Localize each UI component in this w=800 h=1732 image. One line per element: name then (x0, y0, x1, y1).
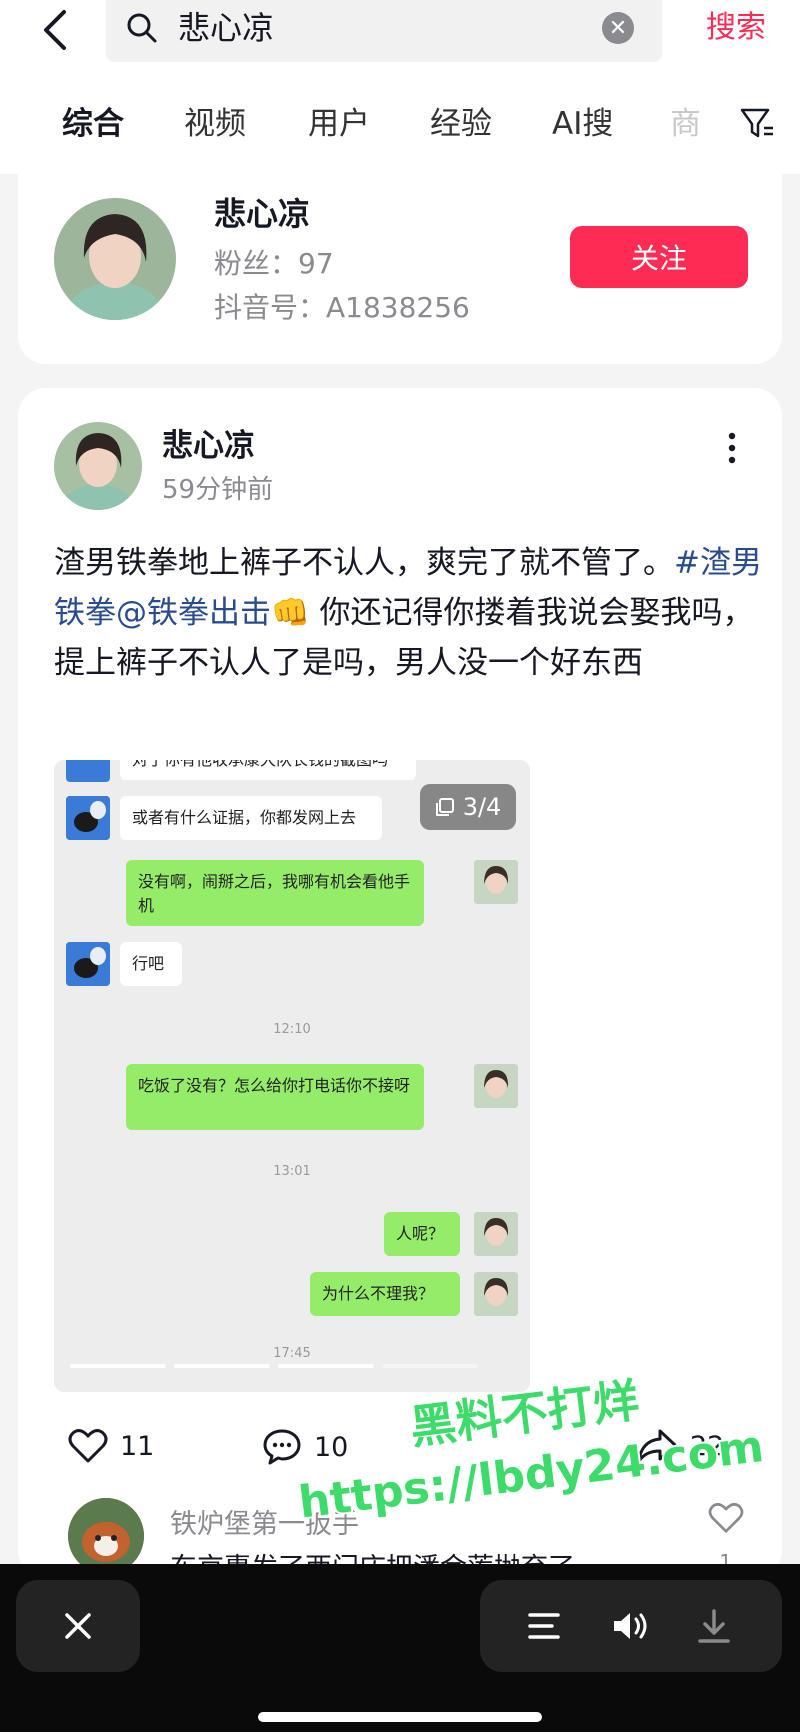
user-douyin-id: 抖音号：A1838256 (214, 291, 470, 324)
tab-bar: 综合 视频 用户 经验 AI搜 商 (0, 64, 800, 174)
fist-emoji: 👊 (271, 595, 310, 631)
post-text: 渣男铁拳地上裤子不认人，爽完了就不管了。#渣男铁拳@铁拳出击👊 你还记得你搂着我… (54, 538, 764, 688)
tab-shop[interactable]: 商 (670, 102, 701, 146)
post-author-avatar[interactable] (54, 422, 142, 510)
close-icon (65, 1613, 91, 1639)
chat-avatar-left (66, 796, 110, 840)
filter-icon[interactable] (738, 104, 776, 142)
image-progress-segment (382, 1364, 478, 1368)
media-controls (480, 1580, 782, 1672)
back-icon[interactable] (40, 6, 80, 54)
user-fans-count: 粉丝：97 (214, 247, 334, 280)
search-input[interactable]: 悲心凉 (178, 8, 274, 48)
more-icon[interactable] (726, 430, 738, 466)
search-box[interactable]: 悲心凉 ✕ (106, 0, 662, 62)
post-text-intro: 渣男铁拳地上裤子不认人，爽完了就不管了。 (54, 545, 674, 581)
post-card: 悲心凉 59分钟前 渣男铁拳地上裤子不认人，爽完了就不管了。#渣男铁拳@铁拳出击… (18, 388, 782, 1578)
post-image[interactable]: 对了你有他收承康大队长钱的截图吗 3/4 或者有什么证据，你都发网上去 没有啊，… (54, 760, 530, 1392)
chat-timestamp: 17:45 (273, 1346, 311, 1361)
gallery-icon (435, 798, 454, 816)
comment-icon (263, 1429, 301, 1465)
tab-video[interactable]: 视频 (184, 102, 246, 146)
volume-icon[interactable] (610, 1608, 650, 1644)
image-progress-segment (278, 1364, 374, 1368)
download-icon[interactable] (694, 1608, 734, 1644)
follow-button[interactable]: 关注 (570, 226, 748, 288)
image-counter: 3/4 (420, 784, 516, 830)
tab-experience[interactable]: 经验 (430, 102, 492, 146)
image-counter-text: 3/4 (462, 793, 502, 821)
chat-timestamp: 13:01 (273, 1164, 311, 1179)
tab-comprehensive[interactable]: 综合 (62, 102, 124, 146)
post-timestamp: 59分钟前 (162, 475, 274, 505)
post-author-name[interactable]: 悲心凉 (162, 424, 255, 468)
search-header: 悲心凉 ✕ 搜索 (0, 0, 800, 64)
post-mention[interactable]: @铁拳出击 (116, 595, 271, 631)
clear-icon[interactable]: ✕ (602, 12, 634, 44)
tab-ai-search[interactable]: AI搜 (552, 102, 613, 146)
chat-avatar-right (474, 1272, 518, 1316)
chat-avatar-left (66, 942, 110, 986)
chat-timestamp: 12:10 (273, 1022, 311, 1037)
chat-bubble-partial: 对了你有他收承康大队长钱的截图吗 (120, 760, 416, 780)
avatar[interactable] (54, 198, 176, 320)
chat-avatar-right (474, 860, 518, 904)
chat-bubble-sent: 吃饭了没有？怎么给你打电话你不接呀 (126, 1064, 424, 1130)
close-button[interactable] (16, 1580, 140, 1672)
search-icon (127, 13, 157, 43)
chat-bubble-received: 或者有什么证据，你都发网上去 (120, 796, 382, 840)
like-button[interactable]: 11 (68, 1428, 154, 1464)
chat-avatar-right (474, 1212, 518, 1256)
user-name: 悲心凉 (214, 195, 311, 233)
search-button[interactable]: 搜索 (706, 8, 766, 48)
comment-count: 10 (314, 1431, 349, 1463)
heart-icon (68, 1429, 108, 1463)
comment-button[interactable]: 10 (262, 1428, 348, 1466)
tab-user[interactable]: 用户 (308, 102, 370, 146)
menu-icon[interactable] (524, 1608, 564, 1644)
image-progress-segment (70, 1364, 166, 1368)
home-indicator (258, 1712, 542, 1722)
bottom-toolbar (0, 1564, 800, 1732)
chat-bubble-sent: 人呢？ (384, 1212, 460, 1256)
chat-bubble-received: 行吧 (120, 942, 182, 986)
chat-avatar-right (474, 1064, 518, 1108)
comment-heart-icon[interactable] (708, 1502, 744, 1534)
comment-avatar[interactable] (68, 1498, 144, 1574)
image-progress-segment (174, 1364, 270, 1368)
user-result-card[interactable]: 悲心凉 粉丝：97 抖音号：A1838256 关注 (18, 160, 782, 364)
like-count: 11 (120, 1430, 155, 1462)
chat-avatar-left (66, 760, 110, 782)
chat-bubble-sent: 为什么不理我？ (310, 1272, 460, 1316)
chat-bubble-sent: 没有啊，闹掰之后，我哪有机会看他手机 (126, 860, 424, 926)
